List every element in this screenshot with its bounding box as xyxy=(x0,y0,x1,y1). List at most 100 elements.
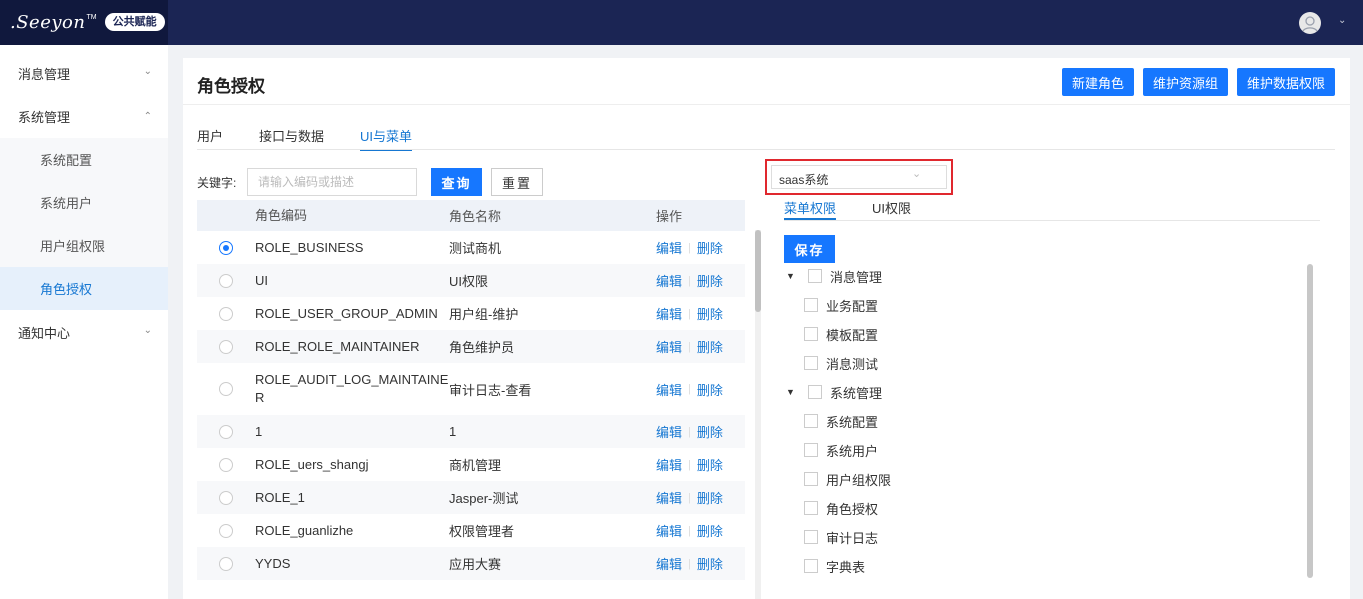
delete-link[interactable]: 删除 xyxy=(697,455,723,474)
tree-node-item[interactable]: 字典表 xyxy=(804,555,865,577)
tree-node-item[interactable]: 业务配置 xyxy=(804,294,878,316)
tree-node-item[interactable]: 系统用户 xyxy=(804,439,878,461)
tree-checkbox[interactable] xyxy=(804,414,818,428)
tree-checkbox[interactable] xyxy=(804,443,818,457)
role-code-cell: UI xyxy=(255,272,268,288)
row-radio[interactable] xyxy=(219,240,233,255)
table-row[interactable]: 1 1 编辑 | 删除 xyxy=(197,415,745,448)
delete-link[interactable]: 删除 xyxy=(697,554,723,573)
tree-checkbox[interactable] xyxy=(804,501,818,515)
reset-button[interactable]: 重置 xyxy=(491,168,543,196)
sidebar-item-notification-center[interactable]: 通知中心 ⌄ xyxy=(0,311,168,354)
row-radio[interactable] xyxy=(219,306,233,321)
sidebar-item-user-group-permission[interactable]: 用户组权限 xyxy=(0,224,168,267)
tree-node-item[interactable]: 模板配置 xyxy=(804,323,878,345)
row-radio[interactable] xyxy=(219,339,233,354)
new-role-button[interactable]: 新建角色 xyxy=(1062,68,1135,96)
maintain-data-permission-button[interactable]: 维护数据权限 xyxy=(1237,68,1336,96)
tree-checkbox[interactable] xyxy=(804,356,818,370)
row-radio[interactable] xyxy=(219,457,233,472)
table-row[interactable]: ROLE_uers_shangj 商机管理 编辑 | 删除 xyxy=(197,448,745,481)
row-radio[interactable] xyxy=(219,523,233,538)
delete-link[interactable]: 删除 xyxy=(697,238,723,257)
tree-checkbox[interactable] xyxy=(804,472,818,486)
delete-link[interactable]: 删除 xyxy=(697,304,723,323)
system-select-value: saas系统 xyxy=(779,173,829,187)
edit-link[interactable]: 编辑 xyxy=(656,304,682,323)
edit-link[interactable]: 编辑 xyxy=(656,380,682,399)
edit-link[interactable]: 编辑 xyxy=(656,422,682,441)
query-button[interactable]: 查询 xyxy=(431,168,482,196)
tree-node-label: 字典表 xyxy=(826,559,866,575)
table-row[interactable]: YYDS 应用大赛 编辑 | 删除 xyxy=(197,547,745,580)
row-radio[interactable] xyxy=(219,424,233,439)
tree-node-item[interactable]: 审计日志 xyxy=(804,526,878,548)
table-scrollbar-thumb[interactable] xyxy=(755,230,761,312)
tree-node-group[interactable]: ▼ 消息管理 xyxy=(786,265,882,287)
tree-node-item[interactable]: 消息测试 xyxy=(804,352,878,374)
row-radio[interactable] xyxy=(219,382,233,396)
tree-checkbox[interactable] xyxy=(808,269,822,283)
seeyon-logo[interactable]: .Seeyon TM 公共赋能 xyxy=(10,10,165,34)
sidebar-item-system-config[interactable]: 系统配置 xyxy=(0,138,168,181)
caret-down-icon[interactable]: ▼ xyxy=(786,271,796,281)
sidebar-item-role-authorization[interactable]: 角色授权 xyxy=(0,267,168,310)
tab-interface-data[interactable]: 接口与数据 xyxy=(259,126,324,150)
tree-node-item[interactable]: 系统配置 xyxy=(804,410,878,432)
tree-node-label: 审计日志 xyxy=(826,530,879,546)
edit-link[interactable]: 编辑 xyxy=(656,238,682,257)
edit-link[interactable]: 编辑 xyxy=(656,521,682,540)
table-row[interactable]: ROLE_1 Jasper-测试 编辑 | 删除 xyxy=(197,481,745,514)
table-row[interactable]: ROLE_ROLE_MAINTAINER 角色维护员 编辑 | 删除 xyxy=(197,330,745,363)
role-code-cell: ROLE_AUDIT_LOG_MAINTAINE R xyxy=(255,372,449,405)
table-scrollbar[interactable] xyxy=(755,230,761,599)
tree-checkbox[interactable] xyxy=(804,298,818,312)
sidebar-item-system-users[interactable]: 系统用户 xyxy=(0,181,168,224)
delete-link[interactable]: 删除 xyxy=(697,521,723,540)
keyword-input[interactable] xyxy=(247,168,417,196)
tab-users[interactable]: 用户 xyxy=(197,126,223,150)
tree-node-item[interactable]: 角色授权 xyxy=(804,497,878,519)
delete-link[interactable]: 删除 xyxy=(697,422,723,441)
delete-link[interactable]: 删除 xyxy=(697,337,723,356)
role-name-cell: 用户组-维护 xyxy=(449,307,519,322)
table-row[interactable]: ROLE_BUSINESS 测试商机 编辑 | 删除 xyxy=(197,231,745,264)
tree-node-label: 消息测试 xyxy=(826,356,879,372)
tree-node-label: 消息管理 xyxy=(830,269,883,285)
role-code-cell: ROLE_BUSINESS xyxy=(255,239,364,255)
edit-link[interactable]: 编辑 xyxy=(656,337,682,356)
tree-node-group[interactable]: ▼ 系统管理 xyxy=(786,381,882,403)
sidebar-item-message-management[interactable]: 消息管理 ⌄ xyxy=(0,52,168,95)
tree-checkbox[interactable] xyxy=(804,559,818,573)
user-menu-chevron-icon[interactable]: ⌄ xyxy=(1338,15,1346,26)
delete-link[interactable]: 删除 xyxy=(697,380,723,399)
row-radio[interactable] xyxy=(219,490,233,505)
tab-menu-permission[interactable]: 菜单权限 xyxy=(784,198,837,220)
tab-ui-menu[interactable]: UI与菜单 xyxy=(360,126,413,151)
tab-ui-permission[interactable]: UI权限 xyxy=(872,198,911,220)
tree-checkbox[interactable] xyxy=(804,327,818,341)
edit-link[interactable]: 编辑 xyxy=(656,455,682,474)
table-row[interactable]: ROLE_USER_GROUP_ADMIN 用户组-维护 编辑 | 删除 xyxy=(197,297,745,330)
tree-node-item[interactable]: 用户组权限 xyxy=(804,468,891,490)
row-radio[interactable] xyxy=(219,273,233,288)
edit-link[interactable]: 编辑 xyxy=(656,488,682,507)
delete-link[interactable]: 删除 xyxy=(697,271,723,290)
save-button[interactable]: 保存 xyxy=(784,235,835,263)
tree-checkbox[interactable] xyxy=(804,530,818,544)
maintain-resource-group-button[interactable]: 维护资源组 xyxy=(1143,68,1229,96)
delete-link[interactable]: 删除 xyxy=(697,488,723,507)
caret-down-icon[interactable]: ▼ xyxy=(786,387,796,397)
tree-scrollbar[interactable] xyxy=(1307,264,1313,578)
action-separator: | xyxy=(688,557,691,570)
tree-checkbox[interactable] xyxy=(808,385,822,399)
table-row[interactable]: ROLE_AUDIT_LOG_MAINTAINE R 审计日志-查看 编辑 | 删除 xyxy=(197,363,745,415)
role-code-cell: ROLE_ROLE_MAINTAINER xyxy=(255,338,420,354)
table-row[interactable]: ROLE_guanlizhe 权限管理者 编辑 | 删除 xyxy=(197,514,745,547)
row-radio[interactable] xyxy=(219,556,233,571)
edit-link[interactable]: 编辑 xyxy=(656,554,682,573)
user-avatar-icon[interactable] xyxy=(1299,12,1321,34)
sidebar-item-system-management[interactable]: 系统管理 ⌃ xyxy=(0,95,168,138)
table-row[interactable]: UI UI权限 编辑 | 删除 xyxy=(197,264,745,297)
edit-link[interactable]: 编辑 xyxy=(656,271,682,290)
